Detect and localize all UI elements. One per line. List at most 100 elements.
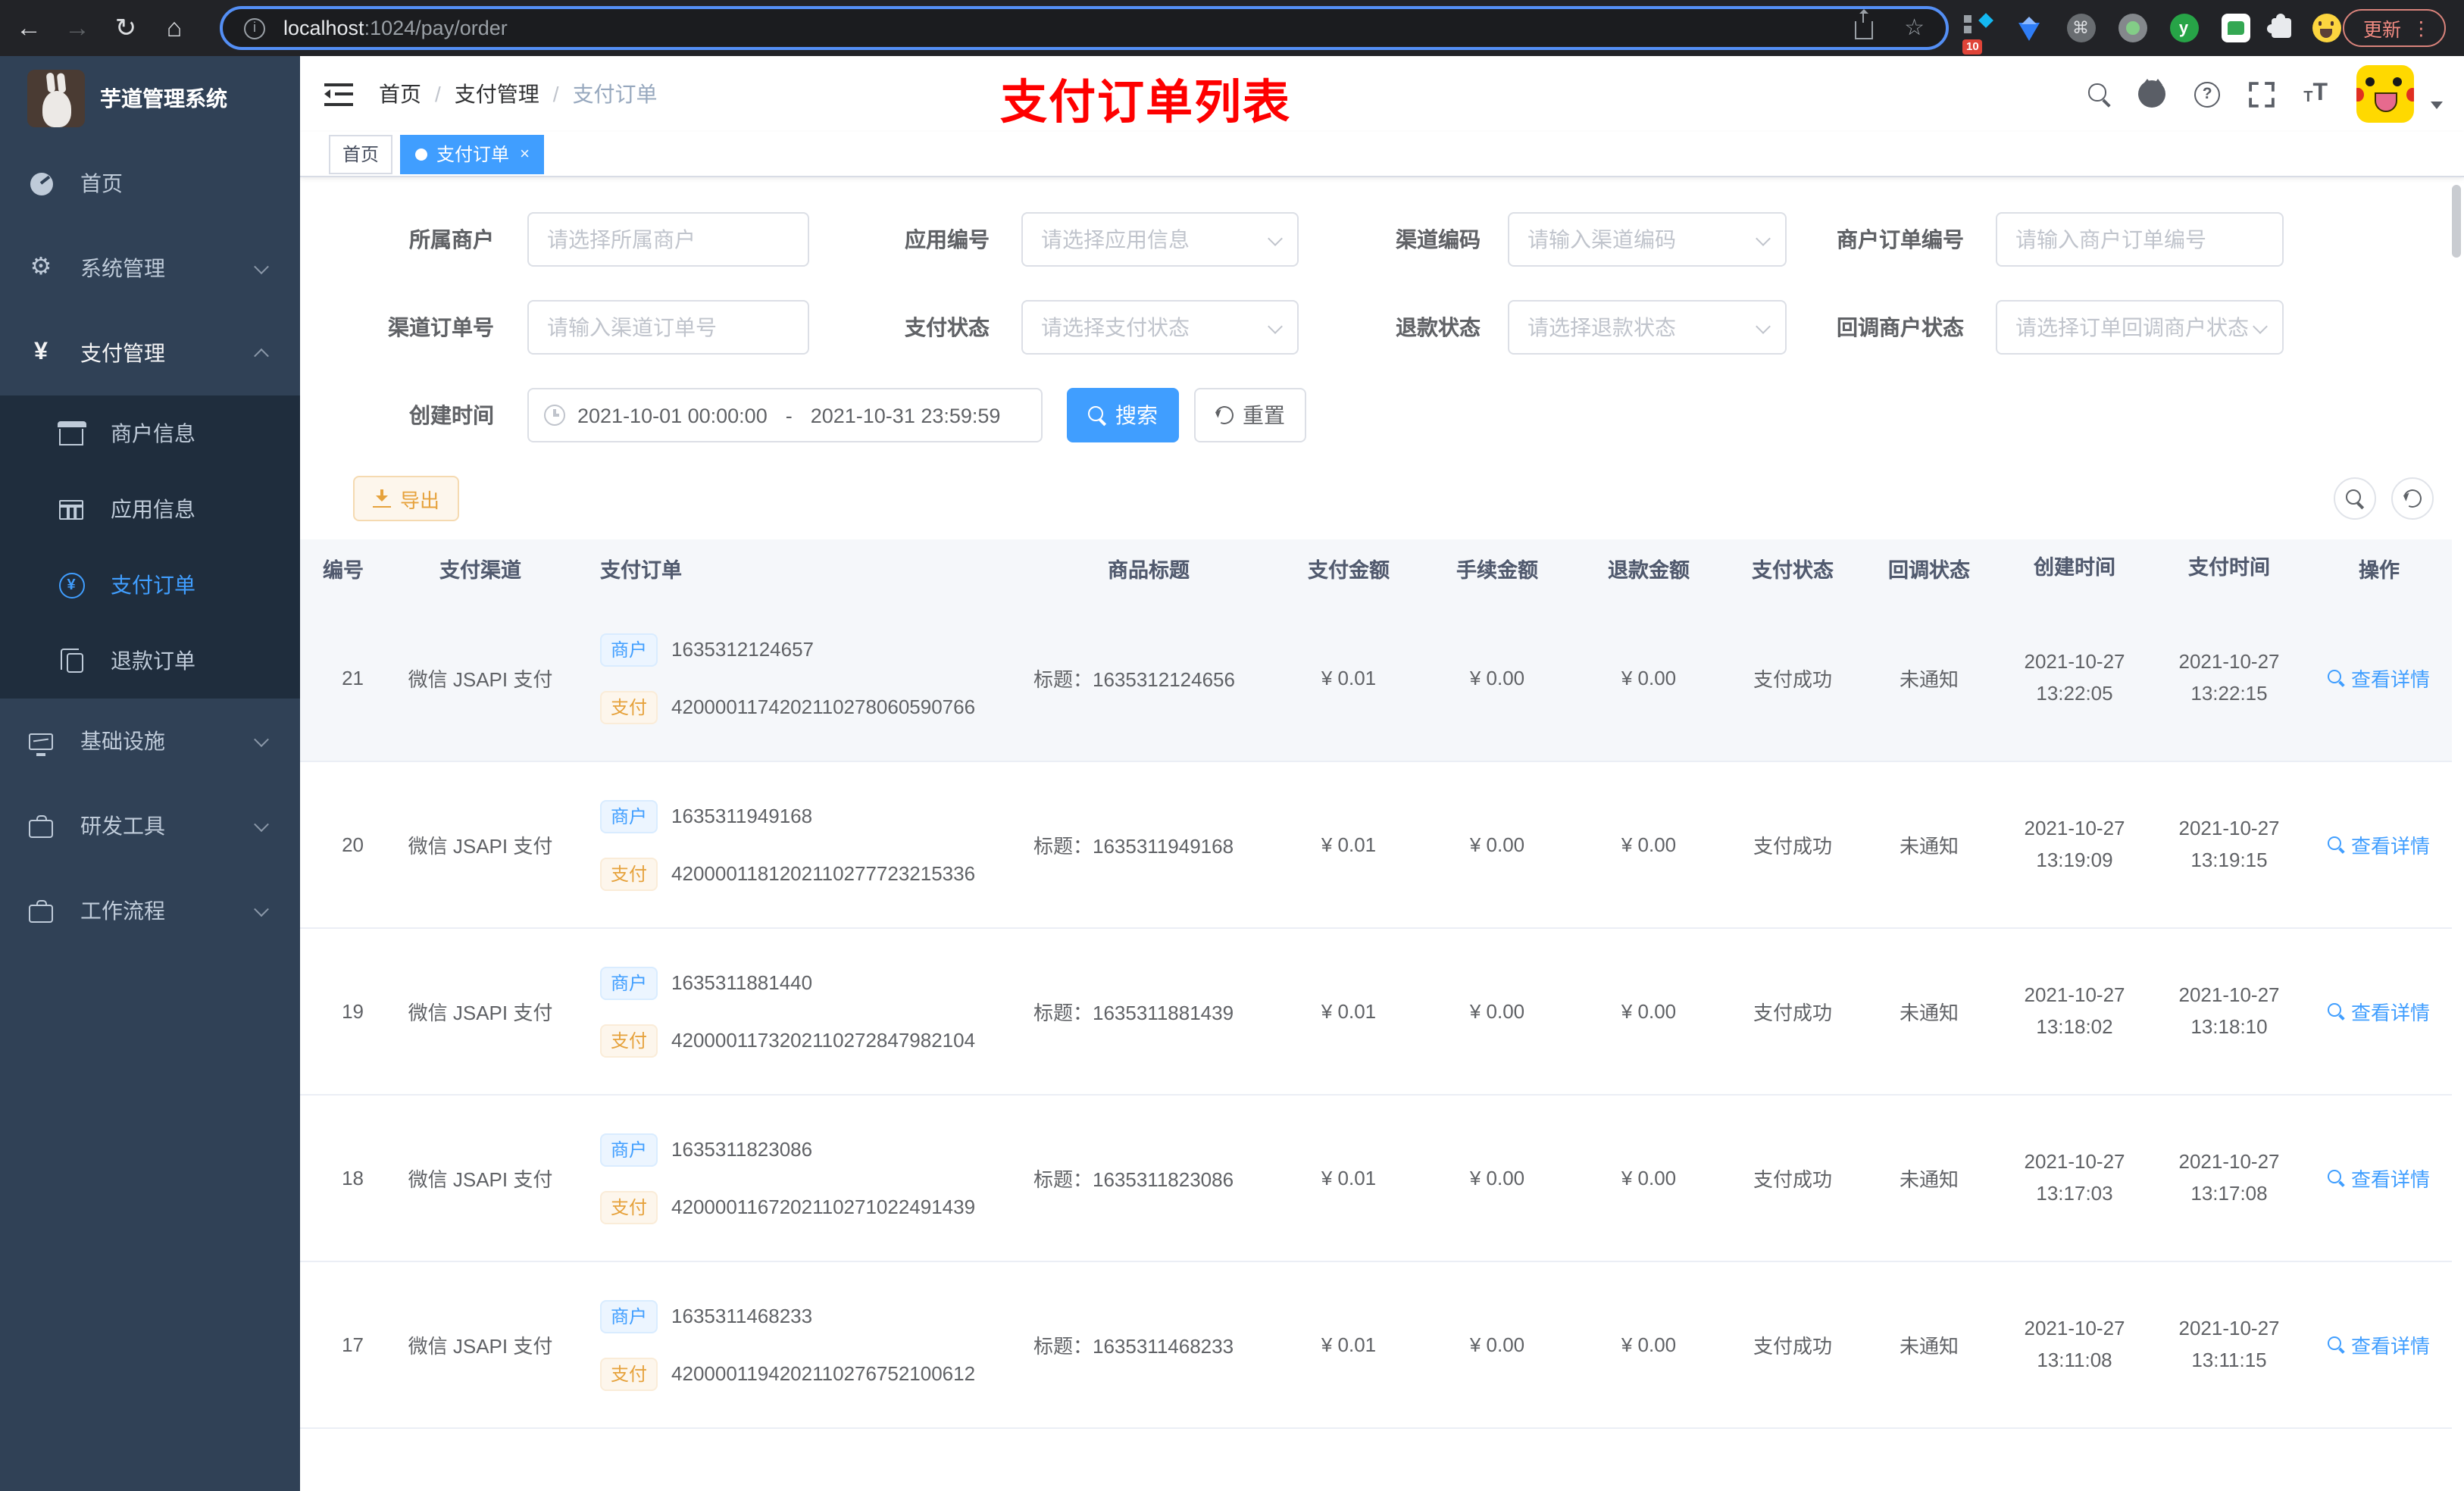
extension-record-icon[interactable]: [2112, 0, 2152, 56]
url-text: localhost:1024/pay/order: [283, 17, 508, 39]
merchant-order-no: 1635311823086: [671, 1138, 813, 1161]
app-select[interactable]: 请选择应用信息: [1021, 212, 1299, 267]
filter-row-3: 创建时间 2021-10-01 00:00:00 - 2021-10-31 23…: [300, 388, 2464, 442]
orders-table: 编号 支付渠道 支付订单 商品标题 支付金额 手续金额 退款金额 支付状态 回调…: [300, 539, 2452, 1491]
url-path: :1024/pay/order: [364, 17, 508, 39]
address-bar[interactable]: i localhost:1024/pay/order ☆: [220, 6, 1949, 50]
bookmark-star-icon[interactable]: ☆: [1904, 14, 1925, 41]
avatar[interactable]: [2356, 65, 2414, 123]
clock-icon: [544, 405, 565, 426]
search-icon: [2346, 489, 2364, 508]
refund-amount: ¥ 0.00: [1621, 1333, 1677, 1356]
merchant-select[interactable]: [527, 212, 809, 267]
hamburger-icon[interactable]: [324, 83, 353, 106]
sidebar: 芋道管理系统 首页 ⚙ 系统管理 ¥ 支付管理 商户信息 应用信息 ¥ 支付订单…: [0, 56, 300, 1491]
close-icon[interactable]: ×: [520, 145, 530, 163]
fullscreen-icon[interactable]: [2249, 81, 2275, 107]
view-detail-link[interactable]: 查看详情: [2328, 1164, 2430, 1192]
page-content: 所属商户 应用编号 请选择应用信息 渠道编码 请输入渠道编码 商户订单编号: [300, 177, 2464, 1491]
channel-order-no: 4200001173202110272847982104: [671, 1029, 976, 1052]
refund-status-select[interactable]: 请选择退款状态: [1508, 300, 1787, 355]
sidebar-item-dev-tools[interactable]: 研发工具: [0, 783, 300, 868]
back-icon[interactable]: ←: [9, 0, 48, 56]
tab-home[interactable]: 首页: [329, 134, 393, 173]
table-row: 19 微信 JSAPI 支付 商户 1635311881440 支付 42000…: [300, 929, 2452, 1096]
sidebar-item-workflow[interactable]: 工作流程: [0, 868, 300, 953]
reset-button[interactable]: 重置: [1194, 388, 1306, 442]
main-area: 首页 / 支付管理 / 支付订单 ? TT 首页 支付订单 × 所属商户 请选择…: [300, 56, 2464, 1491]
rabbit-logo-icon: [27, 70, 85, 127]
sidebar-item-merchant-info[interactable]: 商户信息: [0, 395, 300, 471]
channel-order-no: 4200001181202110277723215336: [671, 862, 976, 885]
extension-command-icon[interactable]: ⌘: [2061, 0, 2100, 56]
merchant-order-no-input-wrap[interactable]: [1996, 212, 2284, 267]
fee-amount: ¥ 0.00: [1469, 1333, 1525, 1356]
pay-channel: 微信 JSAPI 支付: [408, 668, 553, 691]
help-icon[interactable]: ?: [2194, 81, 2221, 107]
sidebar-item-payment[interactable]: ¥ 支付管理: [0, 311, 300, 395]
channel-order-no-input-wrap[interactable]: [527, 300, 809, 355]
view-detail-link[interactable]: 查看详情: [2328, 830, 2430, 859]
font-size-icon[interactable]: TT: [2303, 81, 2328, 106]
pay-order-cell: 商户 1635311949168 支付 42000011812021102777…: [579, 799, 1021, 890]
chrome-update-button[interactable]: 更新 ⋮: [2343, 9, 2446, 47]
view-detail-link[interactable]: 查看详情: [2328, 664, 2430, 692]
extension-chat-icon[interactable]: [2215, 0, 2255, 56]
sidebar-item-pay-order[interactable]: ¥ 支付订单: [0, 547, 300, 623]
site-info-icon[interactable]: i: [244, 17, 265, 39]
forward-icon[interactable]: →: [58, 0, 97, 56]
view-icon: [2328, 1003, 2345, 1020]
pay-amount: ¥ 0.01: [1321, 1167, 1377, 1189]
export-button[interactable]: 导出: [353, 476, 460, 521]
app-logo[interactable]: 芋道管理系统: [0, 56, 300, 141]
hide-search-button[interactable]: [2334, 477, 2376, 520]
view-detail-link[interactable]: 查看详情: [2328, 1330, 2430, 1359]
sidebar-item-home[interactable]: 首页: [0, 141, 300, 226]
breadcrumb-home[interactable]: 首页: [379, 79, 421, 109]
github-icon[interactable]: [2138, 78, 2166, 108]
refresh-icon: [1212, 403, 1237, 427]
search-icon[interactable]: [2088, 83, 2109, 105]
sidebar-item-infrastructure[interactable]: 基础设施: [0, 699, 300, 783]
table-row: 18 微信 JSAPI 支付 商户 1635311823086 支付 42000…: [300, 1096, 2452, 1262]
notify-status: 未通知: [1899, 1335, 1959, 1358]
pay-channel: 微信 JSAPI 支付: [408, 1335, 553, 1358]
scrollbar-thumb[interactable]: [2452, 185, 2461, 258]
view-detail-link[interactable]: 查看详情: [2328, 997, 2430, 1026]
pay-tag: 支付: [600, 690, 658, 724]
extension-y-icon[interactable]: y: [2164, 0, 2203, 56]
caret-down-icon[interactable]: [2431, 101, 2443, 108]
search-button[interactable]: 搜索: [1067, 388, 1179, 442]
share-icon[interactable]: [1855, 9, 1873, 39]
pay-status-select[interactable]: 请选择支付状态: [1021, 300, 1299, 355]
sidebar-item-app-info[interactable]: 应用信息: [0, 471, 300, 547]
pay-tag: 支付: [600, 857, 658, 890]
pay-time: 2021-10-27 13:18:10: [2178, 983, 2280, 1037]
table-row: 20 微信 JSAPI 支付 商户 1635311949168 支付 42000…: [300, 762, 2452, 929]
refund-amount: ¥ 0.00: [1621, 833, 1677, 856]
search-icon: [1088, 406, 1106, 424]
filter-label-pay-status: 支付状态: [905, 315, 990, 339]
extension-gem-icon[interactable]: [2009, 0, 2049, 56]
browser-menu-icon[interactable]: ⋮: [2412, 17, 2431, 39]
notify-status-select[interactable]: 请选择订单回调商户状态: [1996, 300, 2284, 355]
merchant-order-no-input[interactable]: [1997, 214, 2282, 265]
profile-emoji-icon[interactable]: [2306, 0, 2346, 56]
chevron-down-icon: [254, 816, 269, 832]
merchant-input[interactable]: [529, 214, 808, 265]
notify-status: 未通知: [1899, 668, 1959, 691]
sidebar-item-system[interactable]: ⚙ 系统管理: [0, 226, 300, 311]
tab-pay-order[interactable]: 支付订单 ×: [400, 134, 545, 173]
breadcrumb-pay-mgmt[interactable]: 支付管理: [455, 79, 539, 109]
chevron-down-icon: [254, 731, 269, 747]
channel-code-select[interactable]: 请输入渠道编码: [1508, 212, 1787, 267]
sidebar-item-refund-order[interactable]: 退款订单: [0, 623, 300, 699]
channel-order-no-input[interactable]: [529, 302, 808, 353]
table-toolbar: 导出: [300, 476, 2464, 521]
home-icon[interactable]: ⌂: [155, 0, 194, 56]
reload-icon[interactable]: ↻: [106, 0, 145, 56]
extension-blocks-icon[interactable]: 10: [1958, 0, 1997, 56]
date-range-picker[interactable]: 2021-10-01 00:00:00 - 2021-10-31 23:59:5…: [527, 388, 1043, 442]
extensions-puzzle-icon[interactable]: [2261, 0, 2300, 56]
refresh-table-button[interactable]: [2391, 477, 2434, 520]
